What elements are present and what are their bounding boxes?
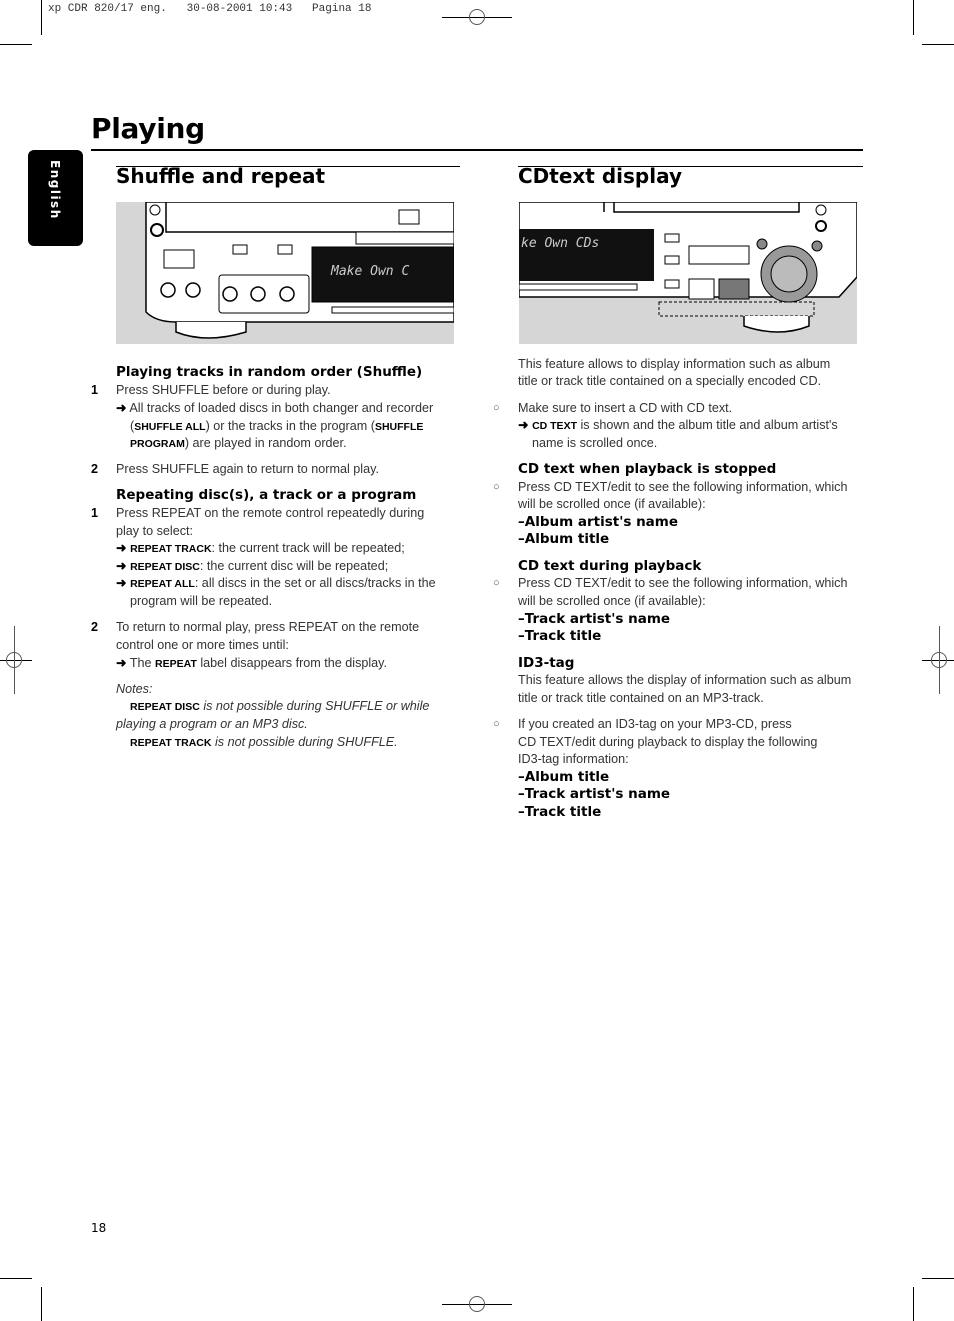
subheading-repeat: Repeating disc(s), a track or a program (116, 487, 417, 503)
step-text: Press SHUFFLE before or during play. (116, 383, 331, 397)
crop-mark (922, 44, 954, 45)
result-line: ➜ CD TEXT is shown and the album title a… (518, 418, 838, 432)
arrow-icon: ➜ (116, 559, 127, 573)
result-line: ➜ REPEAT TRACK: the current track will b… (116, 541, 405, 555)
bullet-text: will be scrolled once (if available): (518, 497, 706, 511)
note-line: playing a program or an MP3 disc. (116, 717, 308, 731)
language-tab: English (28, 150, 83, 246)
intro-text: This feature allows to display informati… (518, 357, 831, 371)
registration-mark-icon (469, 1296, 485, 1312)
bullet-text: will be scrolled once (if available): (518, 594, 706, 608)
step-text: control one or more times until: (116, 638, 289, 652)
arrow-icon: ➜ (116, 656, 127, 670)
bullet-text: Press CD TEXT/edit to see the following … (518, 576, 848, 590)
crop-mark (922, 1278, 954, 1279)
recorder-front-panel-illustration: Make Own C (116, 202, 454, 344)
section-heading-shuffle-repeat: Shuffle and repeat (116, 164, 326, 188)
info-item: –Album title (518, 769, 610, 785)
registration-mark-icon (469, 9, 485, 25)
crop-mark (41, 1287, 42, 1321)
manual-page: xp CDR 820/17 eng. 30-08-2001 10:43 Pagi… (0, 0, 954, 1321)
section-heading-cdtext: CDtext display (518, 164, 682, 188)
bullet-icon: ○ (493, 718, 500, 730)
bullet-text: ID3-tag information: (518, 752, 629, 766)
step-number: 1 (91, 506, 99, 520)
info-item: –Album artist's name (518, 514, 679, 530)
step-text: Press SHUFFLE again to return to normal … (116, 462, 379, 476)
result-line: PROGRAM) are played in random order. (130, 436, 347, 450)
note-line: REPEAT DISC is not possible during SHUFF… (130, 699, 430, 713)
crop-mark (41, 0, 42, 35)
result-line: ➜ REPEAT ALL: all discs in the set or al… (116, 576, 436, 590)
info-item: –Track artist's name (518, 786, 671, 802)
step-text: play to select: (116, 524, 194, 538)
crop-mark (913, 0, 914, 35)
subheading-id3: ID3-tag (518, 655, 575, 671)
bullet-text: CD TEXT/edit during playback to display … (518, 735, 818, 749)
subheading-shuffle: Playing tracks in random order (Shuffle) (116, 364, 423, 380)
id3-text: title or track title contained on an MP3… (518, 691, 764, 705)
result-line: program will be repeated. (130, 594, 273, 608)
info-item: –Album title (518, 531, 610, 547)
crop-mark (0, 44, 32, 45)
bullet-icon: ○ (493, 481, 500, 493)
bullet-icon: ○ (493, 402, 500, 414)
subheading-stopped: CD text when playback is stopped (518, 461, 777, 477)
bullet-text: If you created an ID3-tag on your MP3-CD… (518, 717, 792, 731)
result-line: ➜ All tracks of loaded discs in both cha… (116, 401, 434, 415)
step-number: 1 (91, 383, 99, 397)
subheading-during: CD text during playback (518, 558, 702, 574)
language-tab-label: English (48, 160, 62, 220)
arrow-icon: ➜ (116, 576, 127, 590)
arrow-icon: ➜ (518, 418, 529, 432)
illustration-display-text: ke Own CDs (521, 236, 599, 251)
recorder-cdtext-illustration: ke Own CDs (519, 202, 857, 344)
page-number: 18 (91, 1221, 107, 1235)
result-line: ➜ The REPEAT label disappears from the d… (116, 656, 388, 670)
id3-text: This feature allows the display of infor… (518, 673, 852, 687)
intro-text: title or track title contained on a spec… (518, 374, 822, 388)
notes-label: Notes: (116, 682, 153, 696)
arrow-icon: ➜ (116, 401, 127, 415)
registration-mark-icon (6, 652, 22, 668)
note-line: REPEAT TRACK is not possible during SHUF… (130, 735, 398, 749)
registration-mark-icon (931, 652, 947, 668)
info-item: –Track title (518, 804, 602, 820)
bullet-icon: ○ (493, 577, 500, 589)
result-line: name is scrolled once. (532, 436, 658, 450)
crop-mark (913, 1287, 914, 1321)
page-title: Playing (91, 112, 205, 145)
bullet-text: Make sure to insert a CD with CD text. (518, 401, 733, 415)
step-number: 2 (91, 462, 99, 476)
step-text: Press REPEAT on the remote control repea… (116, 506, 425, 520)
step-text: To return to normal play, press REPEAT o… (116, 620, 420, 634)
illustration-display-text: Make Own C (330, 264, 409, 279)
arrow-icon: ➜ (116, 541, 127, 555)
step-number: 2 (91, 620, 99, 634)
bullet-text: Press CD TEXT/edit to see the following … (518, 480, 848, 494)
info-item: –Track artist's name (518, 611, 671, 627)
print-header: xp CDR 820/17 eng. 30-08-2001 10:43 Pagi… (48, 3, 372, 15)
info-item: –Track title (518, 628, 602, 644)
crop-mark (0, 1278, 32, 1279)
title-rule (91, 149, 863, 151)
